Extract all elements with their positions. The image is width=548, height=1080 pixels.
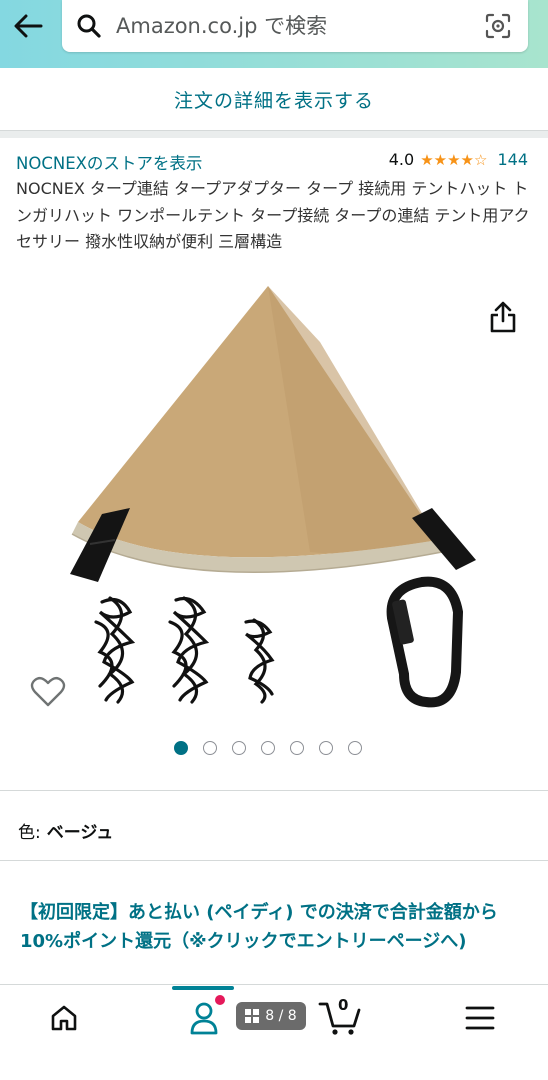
review-count[interactable]: 144 (497, 150, 528, 169)
wishlist-heart-icon[interactable] (30, 676, 66, 708)
nav-menu-button[interactable] (460, 998, 500, 1038)
paidy-promo-link[interactable]: 【初回限定】あと払い (ペイディ) での決済で合計金額から10%ポイント還元（※… (20, 898, 520, 956)
carousel-dot[interactable] (290, 741, 304, 755)
tabs-grid-icon (245, 1009, 260, 1023)
rope-bundle-image (94, 596, 275, 704)
search-bar[interactable]: Amazon.co.jp で検索 (62, 0, 528, 52)
carousel-dot[interactable] (348, 741, 362, 755)
color-label: 色: (18, 823, 41, 843)
browser-tab-counter[interactable]: 8 / 8 (236, 1002, 306, 1030)
star-icon: ★ (460, 150, 474, 169)
notification-badge (215, 995, 225, 1005)
search-icon (77, 14, 101, 38)
section-separator (0, 130, 548, 138)
carousel-dot[interactable] (319, 741, 333, 755)
carousel-dot[interactable] (174, 741, 188, 755)
nav-home-button[interactable] (44, 998, 84, 1038)
active-tab-indicator (172, 986, 234, 990)
star-icon: ★ (420, 150, 434, 169)
product-title: NOCNEX タープ連結 タープアダプター タープ 接続用 テントハット トンガ… (16, 179, 530, 251)
back-button[interactable] (8, 8, 48, 44)
tab-counter-text: 8 / 8 (265, 1008, 297, 1024)
product-image[interactable] (60, 282, 490, 722)
back-arrow-icon (14, 14, 43, 38)
share-icon[interactable] (488, 300, 518, 334)
carousel-dot[interactable] (203, 741, 217, 755)
rating-summary[interactable]: 4.0 ★ ★ ★ ★ ☆ 144 (389, 150, 528, 169)
cart-count: 0 (338, 996, 349, 1014)
rating-value: 4.0 (388, 150, 415, 169)
divider (0, 790, 548, 791)
star-icon: ★ (433, 150, 448, 169)
home-icon (51, 1005, 77, 1031)
tarp-adapter-cone-image (70, 286, 476, 582)
star-icon: ★ (447, 150, 461, 169)
star-empty-icon: ☆ (474, 150, 488, 169)
camera-search-icon[interactable] (484, 12, 512, 40)
carousel-dot[interactable] (232, 741, 246, 755)
image-carousel-dots[interactable] (174, 741, 362, 755)
store-link[interactable]: NOCNEXのストアを表示 (16, 150, 202, 174)
hamburger-menu-icon (465, 1006, 495, 1030)
color-selection[interactable]: 色: ベージュ (18, 818, 113, 843)
carabiner-image (386, 576, 464, 708)
top-header: Amazon.co.jp で検索 (0, 0, 548, 68)
account-icon (190, 1002, 218, 1035)
carousel-dot[interactable] (261, 741, 275, 755)
order-details-label: 注文の詳細を表示する (173, 89, 374, 112)
order-details-link[interactable]: 注文の詳細を表示する (0, 68, 548, 130)
color-value: ベージュ (46, 823, 114, 843)
search-input[interactable]: Amazon.co.jp で検索 (116, 13, 327, 39)
star-rating: ★ ★ ★ ★ ☆ (420, 151, 487, 169)
divider (0, 860, 548, 861)
